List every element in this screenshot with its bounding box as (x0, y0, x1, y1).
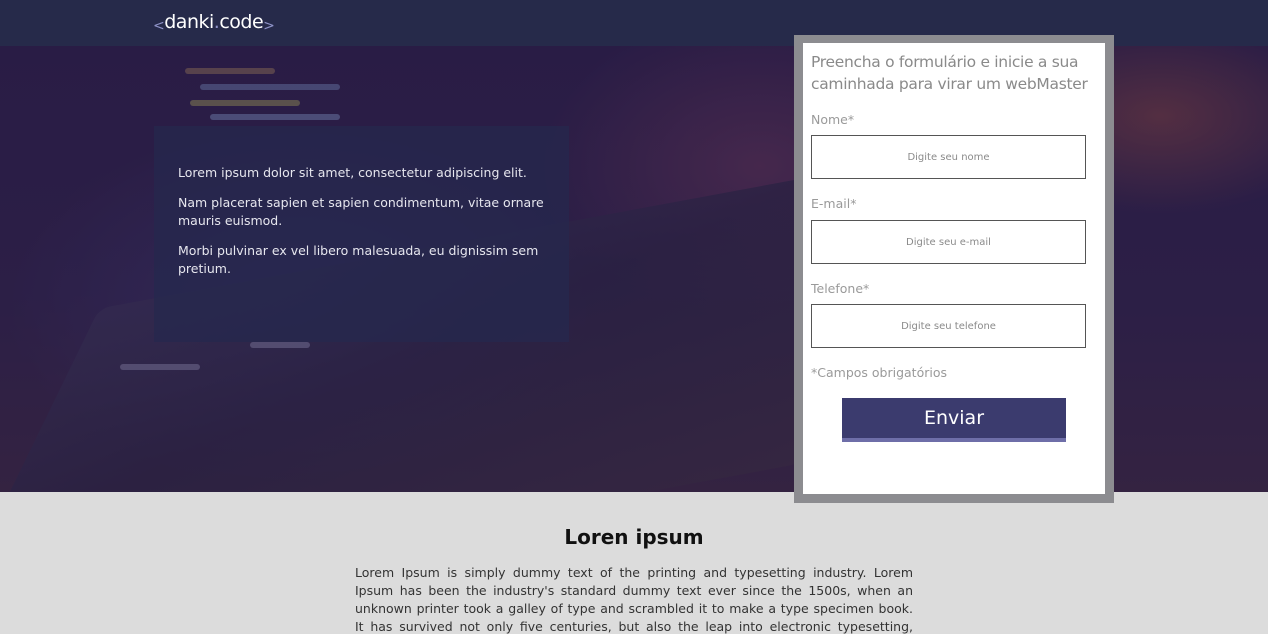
section-title: Loren ipsum (564, 525, 704, 549)
required-fields-note: *Campos obrigatórios (811, 365, 947, 380)
phone-input[interactable] (811, 304, 1086, 348)
logo-text-code: code (219, 11, 264, 33)
name-label: Nome* (811, 112, 855, 127)
hero-paragraph-2: Nam placerat sapien et sapien condimentu… (178, 195, 544, 228)
phone-label: Telefone* (811, 281, 870, 296)
name-input[interactable] (811, 135, 1086, 179)
hero-paragraph-1: Lorem ipsum dolor sit amet, consectetur … (178, 165, 527, 180)
submit-button[interactable]: Enviar (842, 398, 1066, 442)
logo-text-danki: danki (164, 11, 214, 33)
danki-code-logo[interactable]: <danki.code> (153, 11, 275, 34)
hero-text-box: Lorem ipsum dolor sit amet, consectetur … (154, 126, 569, 342)
email-label: E-mail* (811, 196, 857, 211)
form-title: Preencha o formulário e inicie a sua cam… (811, 53, 1088, 93)
signup-form: Preencha o formulário e inicie a sua cam… (803, 43, 1105, 494)
logo-left-bracket: < (153, 18, 165, 34)
section-body-text: Lorem Ipsum is simply dummy text of the … (355, 565, 913, 634)
logo-right-bracket: > (263, 18, 275, 34)
email-input[interactable] (811, 220, 1086, 264)
hero-paragraph-3: Morbi pulvinar ex vel libero malesuada, … (178, 243, 539, 276)
